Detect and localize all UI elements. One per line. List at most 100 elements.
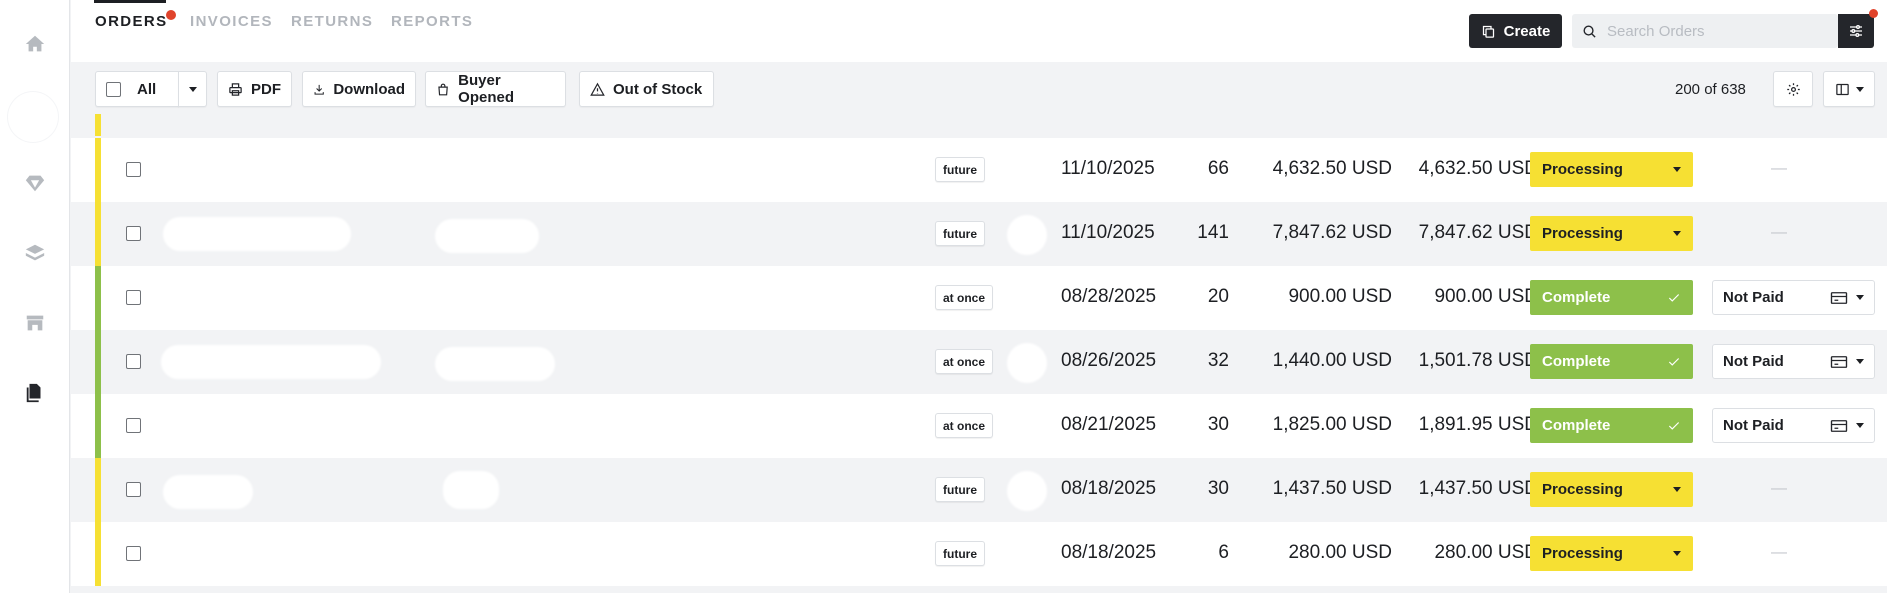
chevron-down-icon — [1855, 86, 1864, 92]
out-of-stock-label: Out of Stock — [613, 80, 703, 98]
notification-dot — [166, 10, 176, 20]
order-date: 11/10/2025 — [1061, 222, 1155, 243]
order-total: 280.00 USD — [1434, 542, 1538, 563]
table-row[interactable]: future 11/10/2025 66 4,632.50 USD 4,632.… — [71, 138, 1887, 202]
table-row[interactable]: future 08/18/2025 30 1,437.50 USD 1,437.… — [71, 458, 1887, 522]
create-label: Create — [1503, 22, 1551, 40]
status-label: Complete — [1542, 417, 1611, 434]
row-checkbox[interactable] — [126, 290, 141, 305]
status-label: Complete — [1542, 353, 1611, 370]
row-status-accent — [95, 522, 101, 586]
out-of-stock-button[interactable]: Out of Stock — [579, 71, 714, 107]
store-icon[interactable] — [22, 310, 48, 336]
table-row[interactable]: at once 08/26/2025 32 1,440.00 USD 1,501… — [71, 330, 1887, 394]
sliders-icon — [1850, 25, 1862, 37]
order-total: 900.00 USD — [1434, 286, 1538, 307]
payment-dropdown[interactable]: Not Paid — [1712, 408, 1875, 443]
settings-button[interactable] — [1773, 71, 1813, 107]
payment-label: Not Paid — [1723, 289, 1784, 306]
table-row[interactable]: at once 08/28/2025 20 900.00 USD 900.00 … — [71, 266, 1887, 330]
row-status-accent — [95, 202, 101, 266]
order-total: 1,437.50 USD — [1418, 478, 1538, 499]
row-checkbox[interactable] — [126, 354, 141, 369]
row-checkbox[interactable] — [126, 226, 141, 241]
layers-icon[interactable] — [22, 240, 48, 266]
documents-icon[interactable] — [22, 380, 48, 406]
tab-invoices[interactable]: INVOICES — [190, 13, 273, 30]
status-label: Complete — [1542, 289, 1611, 306]
search-box[interactable] — [1572, 14, 1838, 48]
status-dropdown[interactable]: Complete — [1530, 280, 1693, 315]
status-label: Processing — [1542, 545, 1623, 562]
check-icon — [1668, 293, 1680, 302]
payment-label: Not Paid — [1723, 353, 1784, 370]
tab-orders[interactable]: ORDERS — [95, 13, 168, 30]
home-icon[interactable] — [22, 31, 48, 57]
table-row[interactable]: future 11/10/2025 141 7,847.62 USD 7,847… — [71, 202, 1887, 266]
order-date: 08/18/2025 — [1061, 542, 1157, 563]
row-checkbox[interactable] — [126, 482, 141, 497]
table-row[interactable]: at once 08/21/2025 30 1,825.00 USD 1,891… — [71, 394, 1887, 458]
payment-dropdown[interactable]: Not Paid — [1712, 344, 1875, 379]
chevron-down-icon — [1673, 551, 1681, 556]
ship-badge: future — [935, 477, 985, 502]
redacted-order-info — [435, 347, 555, 381]
diamond-icon[interactable] — [22, 170, 48, 196]
payment-label: Not Paid — [1723, 417, 1784, 434]
columns-icon — [1835, 83, 1849, 95]
redacted-buyer — [163, 475, 253, 509]
table-row[interactable]: future 08/18/2025 6 280.00 USD 280.00 US… — [71, 522, 1887, 586]
row-checkbox[interactable] — [126, 162, 141, 177]
status-dropdown[interactable]: Processing — [1530, 216, 1693, 251]
row-accent-partial — [95, 114, 101, 136]
status-dropdown[interactable]: Processing — [1530, 472, 1693, 507]
order-subtotal: 900.00 USD — [1288, 286, 1392, 307]
order-total: 1,501.78 USD — [1418, 350, 1538, 371]
toolbar: All PDF Download Buyer Opened Out of Sto… — [71, 62, 1887, 114]
top-bar: ORDERS INVOICES RETURNS REPORTS Create — [71, 0, 1887, 62]
redacted-order-info — [435, 219, 539, 253]
buyer-opened-button[interactable]: Buyer Opened — [425, 71, 566, 107]
select-all-checkbox[interactable] — [106, 81, 121, 97]
select-all-button[interactable]: All — [95, 71, 179, 107]
status-dropdown[interactable]: Complete — [1530, 408, 1693, 443]
pdf-label: PDF — [251, 80, 281, 98]
tab-reports[interactable]: REPORTS — [391, 13, 473, 30]
ship-badge: future — [935, 157, 985, 182]
order-subtotal: 1,437.50 USD — [1272, 478, 1392, 499]
chevron-down-icon — [1856, 423, 1864, 428]
redacted-order-info — [443, 471, 499, 509]
filter-button[interactable] — [1838, 14, 1874, 48]
credit-card-icon — [1830, 355, 1848, 368]
create-button[interactable]: Create — [1469, 14, 1562, 48]
credit-card-icon — [1830, 291, 1848, 304]
payment-dropdown[interactable]: Not Paid — [1712, 280, 1875, 315]
status-dropdown[interactable]: Complete — [1530, 344, 1693, 379]
redacted-avatar — [1007, 215, 1047, 255]
columns-button[interactable] — [1823, 71, 1875, 107]
chevron-down-icon — [1673, 487, 1681, 492]
filter-notification-dot — [1869, 9, 1878, 18]
order-subtotal: 4,632.50 USD — [1272, 158, 1392, 179]
row-checkbox[interactable] — [126, 546, 141, 561]
order-total: 1,891.95 USD — [1418, 414, 1538, 435]
status-label: Processing — [1542, 225, 1623, 242]
ship-badge: at once — [935, 413, 994, 438]
order-subtotal: 1,825.00 USD — [1272, 414, 1392, 435]
check-icon — [1668, 421, 1680, 430]
row-checkbox[interactable] — [126, 418, 141, 433]
order-date: 08/28/2025 — [1061, 286, 1157, 307]
download-button[interactable]: Download — [302, 71, 416, 107]
payment-empty: — — [1771, 224, 1787, 241]
sidebar-avatar-placeholder — [8, 92, 58, 142]
row-status-accent — [95, 266, 101, 330]
row-status-accent — [95, 330, 101, 394]
pdf-button[interactable]: PDF — [217, 71, 292, 107]
tab-returns[interactable]: RETURNS — [291, 13, 373, 30]
select-dropdown-button[interactable] — [178, 71, 207, 107]
status-dropdown[interactable]: Processing — [1530, 536, 1693, 571]
result-count: 200 of 638 — [1675, 81, 1746, 98]
ship-badge: future — [935, 541, 985, 566]
search-input[interactable] — [1607, 22, 1817, 40]
status-dropdown[interactable]: Processing — [1530, 152, 1693, 187]
